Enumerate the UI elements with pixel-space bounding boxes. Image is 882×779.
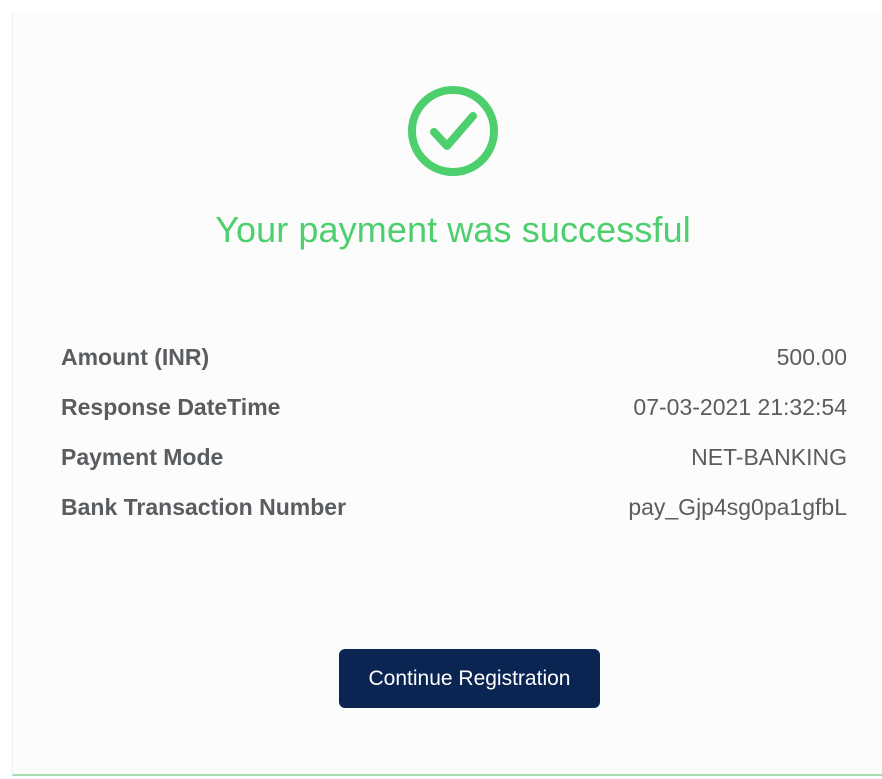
detail-row-amount: Amount (INR) 500.00 [61, 332, 847, 382]
continue-registration-button[interactable]: Continue Registration [339, 649, 600, 708]
check-circle-icon [408, 86, 498, 176]
detail-value: 500.00 [776, 343, 847, 370]
detail-value: 07-03-2021 21:32:54 [633, 393, 847, 420]
detail-label: Amount (INR) [61, 343, 210, 370]
detail-row-bank-transaction: Bank Transaction Number pay_Gjp4sg0pa1gf… [61, 482, 847, 532]
detail-value: NET-BANKING [691, 443, 847, 470]
payment-result-card: Your payment was successful Amount (INR)… [12, 12, 882, 776]
detail-value: pay_Gjp4sg0pa1gfbL [628, 493, 847, 520]
detail-label: Bank Transaction Number [61, 493, 347, 520]
detail-label: Response DateTime [61, 393, 281, 420]
payment-details: Amount (INR) 500.00 Response DateTime 07… [61, 332, 847, 532]
success-title: Your payment was successful [215, 209, 691, 250]
detail-row-response-datetime: Response DateTime 07-03-2021 21:32:54 [61, 382, 847, 432]
detail-row-payment-mode: Payment Mode NET-BANKING [61, 432, 847, 482]
detail-label: Payment Mode [61, 443, 224, 470]
